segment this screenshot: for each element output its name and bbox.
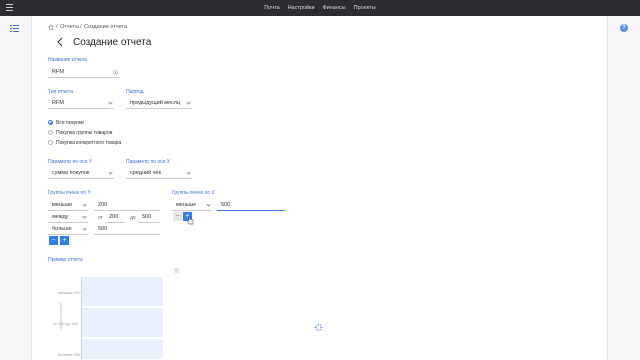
chevron-down-icon: [206, 202, 211, 207]
page-title: Создание отчета: [73, 37, 152, 48]
preview-y-axis: [81, 277, 82, 360]
nav-projects[interactable]: Проекты: [354, 5, 376, 11]
range-from-label: от: [98, 215, 103, 221]
groups-y-op-3[interactable]: больше: [48, 224, 88, 235]
report-name-field[interactable]: RFM: [48, 67, 120, 78]
home-icon[interactable]: [48, 24, 54, 30]
report-name-label: Название отчета: [48, 57, 87, 63]
groups-y-value-3-text: 500: [98, 226, 108, 232]
groups-y-to-2[interactable]: 500: [138, 212, 160, 223]
axis-x-value: средний чек: [130, 170, 161, 176]
groups-y-from-2-text: 200: [109, 214, 119, 220]
groups-x-value-1-text: 500: [221, 202, 231, 208]
groups-x-value-1[interactable]: 500: [217, 200, 285, 211]
period-label: Период: [126, 89, 144, 95]
axis-y-select[interactable]: сумма покупок: [48, 168, 114, 179]
radio-product-group-label: Покупка группы товаров: [56, 130, 113, 136]
groups-x-op-1[interactable]: меньше: [172, 200, 212, 211]
breadcrumb-separator: /: [56, 24, 58, 30]
back-arrow-icon[interactable]: [56, 37, 64, 47]
report-type-value: RFM: [52, 100, 64, 106]
radio-all-purchases[interactable]: [48, 120, 53, 125]
chevron-down-icon: [82, 202, 87, 207]
groups-y-op-2-value: между: [52, 214, 69, 220]
groups-y-from-2[interactable]: 200: [105, 212, 125, 223]
breadcrumb-separator: /: [80, 24, 82, 30]
mouse-cursor-icon: [186, 215, 194, 225]
report-name-value: RFM: [52, 69, 64, 75]
nav-mail[interactable]: Почта: [264, 5, 279, 11]
axis-y-value: сумма покупок: [52, 170, 90, 176]
groups-y-value-1[interactable]: 200: [94, 200, 160, 211]
report-type-label: Тип отчета: [48, 89, 73, 95]
radio-all-purchases-label: Все покупки: [56, 120, 84, 126]
chevron-down-icon: [186, 100, 191, 105]
preview-label: Пример отчета: [48, 257, 83, 263]
axis-x-label: Параметр по оси X: [126, 159, 171, 165]
period-value: предыдущий месяц: [130, 100, 181, 106]
preview-cell-row-1: [82, 277, 163, 307]
groups-y-add-button[interactable]: +: [60, 236, 69, 245]
chevron-down-icon: [82, 214, 87, 219]
top-bar: Почта Настройки Финансы Проекты: [0, 0, 640, 16]
range-to-label: до: [130, 215, 136, 221]
chevron-down-icon: [108, 100, 113, 105]
groups-y-op-1[interactable]: меньше: [48, 200, 88, 211]
report-type-select[interactable]: RFM: [48, 98, 114, 109]
breadcrumb-current: Создание отчета: [84, 24, 128, 30]
groups-y-op-3-value: больше: [52, 226, 72, 232]
chevron-down-icon: [82, 226, 87, 231]
groups-y-value-1-text: 200: [98, 202, 108, 208]
groups-y-op-1-value: меньше: [52, 202, 73, 208]
radio-specific-product[interactable]: [48, 140, 53, 145]
sidebar: [0, 16, 32, 360]
top-nav: Почта Настройки Финансы Проекты: [0, 0, 640, 16]
axis-x-select[interactable]: средний чек: [126, 168, 192, 179]
preview-row-label-1: меньше 200: [58, 290, 81, 295]
period-select[interactable]: предыдущий месяц: [126, 98, 192, 109]
chevron-down-icon: [186, 170, 191, 175]
groups-y-op-2[interactable]: между: [48, 212, 88, 223]
radio-product-group[interactable]: [48, 130, 53, 135]
collapse-menu-icon[interactable]: [10, 25, 19, 33]
clear-icon[interactable]: [113, 70, 118, 75]
groups-y-to-2-text: 500: [142, 214, 152, 220]
preview-y-axis-title: сумма покупок: [58, 302, 63, 330]
radio-specific-product-label: Покупка конкретного товара: [56, 140, 122, 146]
groups-y-value-3[interactable]: 500: [94, 224, 160, 235]
loading-spinner-icon: [314, 323, 323, 332]
nav-finance[interactable]: Финансы: [323, 5, 346, 11]
groups-y-remove-button[interactable]: −: [49, 236, 58, 245]
groups-x-remove-button[interactable]: −: [173, 212, 182, 221]
groups-y-label: Группы ячеек по Y: [48, 190, 91, 196]
right-panel: [607, 16, 640, 360]
chevron-down-icon: [108, 170, 113, 175]
preview-row-label-3: больше 500: [58, 352, 81, 357]
groups-x-label: Группы ячеек по X: [172, 190, 215, 196]
groups-x-op-1-value: меньше: [176, 202, 197, 208]
preview-cell-row-3: [82, 339, 163, 360]
breadcrumb-reports[interactable]: Отчеты: [60, 24, 79, 30]
nav-settings[interactable]: Настройки: [288, 5, 315, 11]
axis-y-label: Параметр по оси Y: [48, 159, 93, 165]
drag-handle-icon[interactable]: [174, 268, 179, 273]
help-icon[interactable]: ?: [620, 24, 628, 32]
preview-cell-row-2: [82, 308, 163, 338]
preview-row-label-2: от 200 до 500: [53, 321, 79, 326]
